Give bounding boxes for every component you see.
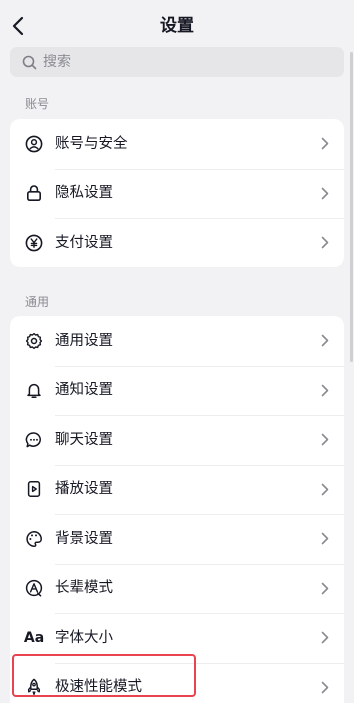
scrollbar[interactable] <box>350 52 353 362</box>
chat-bubble-icon <box>24 430 44 450</box>
settings-item-label: 账号与安全 <box>55 135 128 152</box>
settings-item-label: 播放设置 <box>55 481 113 498</box>
settings-item-label: 隐私设置 <box>55 185 113 202</box>
settings-item-label: 支付设置 <box>55 234 113 251</box>
chevron-right-icon <box>320 186 330 200</box>
settings-item-privacy[interactable]: 隐私设置 <box>10 168 344 219</box>
settings-item-background[interactable]: 背景设置 <box>10 514 344 564</box>
page-title: 设置 <box>160 16 194 36</box>
palette-icon <box>24 529 44 549</box>
search-bar[interactable] <box>10 47 344 77</box>
rocket-icon <box>24 677 44 697</box>
font-size-icon: Aa <box>24 628 44 648</box>
chevron-right-icon <box>320 581 330 595</box>
yen-circle-icon <box>24 233 44 253</box>
settings-item-playback[interactable]: 播放设置 <box>10 464 344 515</box>
header: 设置 <box>0 0 354 50</box>
settings-item-turbo-mode[interactable]: 极速性能模式 <box>10 662 344 703</box>
settings-item-payment[interactable]: 支付设置 <box>10 218 344 267</box>
settings-item-label: 通知设置 <box>55 382 113 399</box>
section-label-general: 通用 <box>25 295 50 309</box>
general-card: 通用设置 通知设置 聊天设置 播放设置 背景设置 长辈模式 Aa 字体大小 极速… <box>10 316 344 703</box>
settings-item-chat[interactable]: 聊天设置 <box>10 415 344 465</box>
chevron-right-icon <box>320 482 330 496</box>
chevron-right-icon <box>320 680 330 694</box>
chevron-right-icon <box>320 334 330 348</box>
settings-item-elder-mode[interactable]: 长辈模式 <box>10 563 344 614</box>
settings-item-general[interactable]: 通用设置 <box>10 316 344 366</box>
settings-item-label: 字体大小 <box>55 629 113 646</box>
search-input[interactable] <box>43 54 323 70</box>
chevron-right-icon <box>320 532 330 546</box>
user-circle-icon <box>24 134 44 154</box>
settings-item-label: 背景设置 <box>55 530 113 547</box>
play-icon <box>24 479 44 499</box>
bell-icon <box>24 380 44 400</box>
gear-icon <box>24 331 44 351</box>
chevron-right-icon <box>320 631 330 645</box>
settings-item-label: 通用设置 <box>55 332 113 349</box>
search-icon <box>22 55 37 70</box>
chevron-right-icon <box>320 433 330 447</box>
lock-icon <box>24 183 44 203</box>
chevron-right-icon <box>320 236 330 250</box>
settings-item-label: 聊天设置 <box>55 431 113 448</box>
account-card: 账号与安全 隐私设置 支付设置 <box>10 119 344 267</box>
font-size-icon-text: Aa <box>23 629 45 646</box>
settings-item-font-size[interactable]: Aa 字体大小 <box>10 613 344 663</box>
chevron-right-icon <box>320 137 330 151</box>
settings-item-notifications[interactable]: 通知设置 <box>10 365 344 416</box>
settings-item-label: 极速性能模式 <box>55 679 142 696</box>
section-label-account: 账号 <box>25 97 50 111</box>
elder-mode-icon <box>24 578 44 598</box>
settings-item-label: 长辈模式 <box>55 580 113 597</box>
chevron-right-icon <box>320 383 330 397</box>
settings-item-account-security[interactable]: 账号与安全 <box>10 119 344 169</box>
